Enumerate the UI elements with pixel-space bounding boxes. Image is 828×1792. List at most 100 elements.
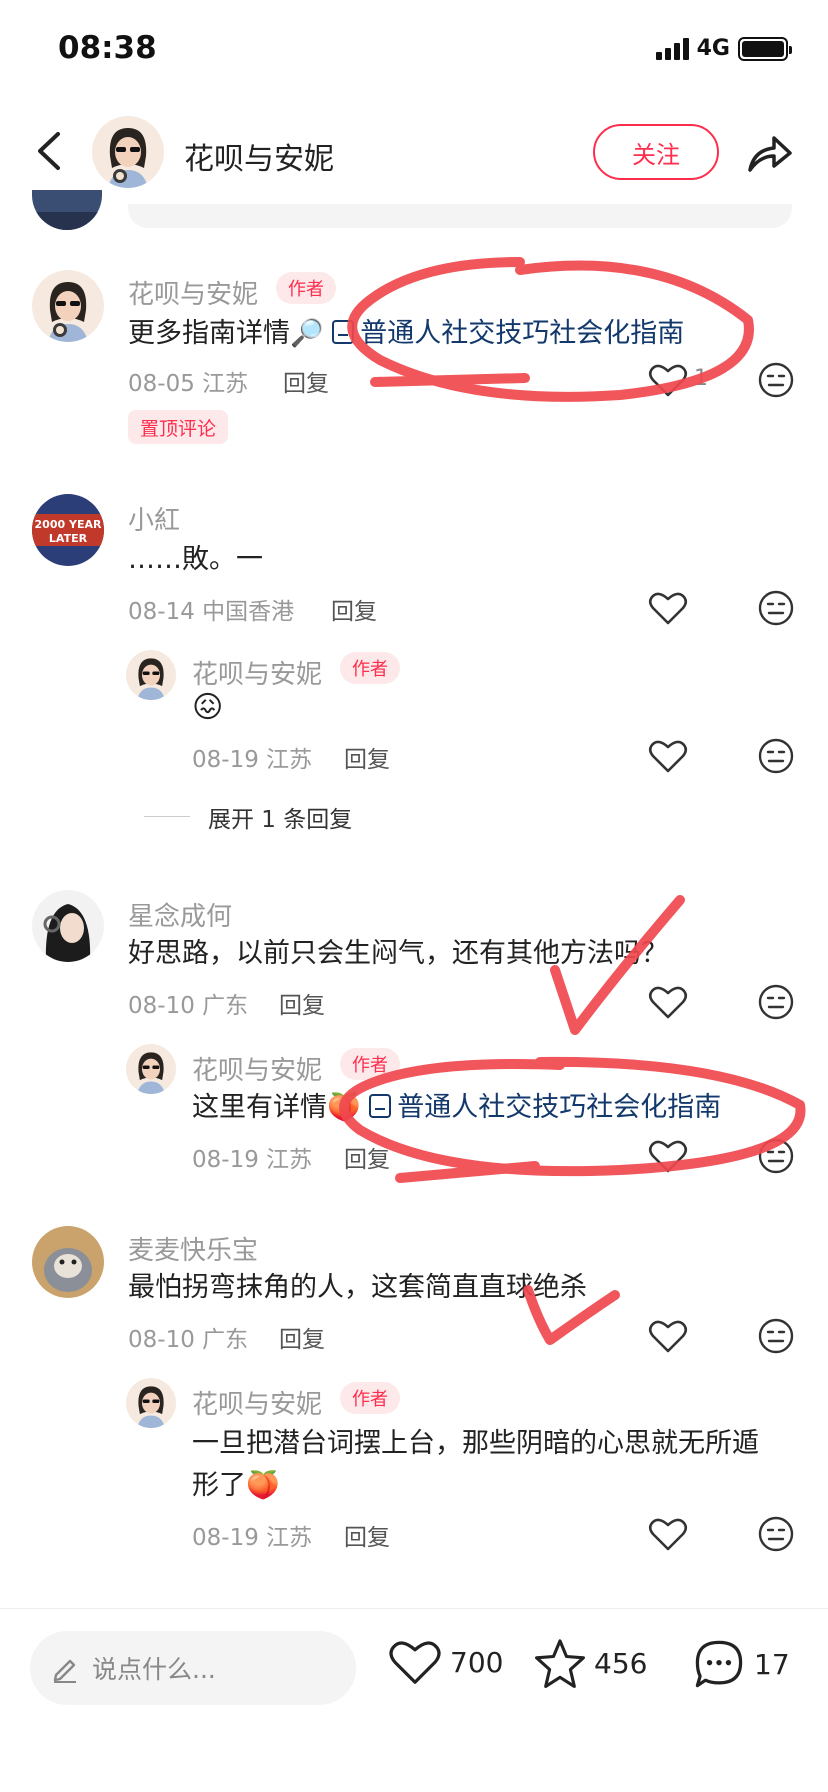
dislike-icon[interactable]: [758, 362, 794, 398]
sticker-emoji: 😖: [192, 690, 224, 725]
chat-bubble-icon: [695, 1640, 743, 1688]
like-icon[interactable]: [648, 1138, 688, 1174]
commenter-name[interactable]: 小紅: [128, 500, 180, 537]
note-link[interactable]: 普通人社交技巧社会化指南: [369, 1092, 721, 1123]
reply-text-line-2-text: 形了: [192, 1470, 246, 1501]
reply-commenter-name[interactable]: 花呗与安妮: [192, 654, 322, 691]
note-icon: [369, 1094, 392, 1118]
dislike-icon[interactable]: [758, 738, 794, 774]
dislike-icon[interactable]: [758, 1318, 794, 1354]
reply-text-prefix: 这里有详情: [192, 1092, 327, 1123]
follow-button[interactable]: 关注: [593, 124, 719, 180]
comment-item: 星念成何 好思路，以前只会生闷气，还有其他方法吗？ 08-10 广东 回复 花呗…: [0, 886, 828, 1186]
note-link-text: 普通人社交技巧社会化指南: [397, 1092, 722, 1123]
expand-replies-button[interactable]: 展开 1 条回复: [208, 800, 352, 834]
author-badge: 作者: [340, 652, 400, 684]
comment-item: 2000 YEAR LATER 小紅 ……敗。一 08-14 中国香港 回复 花…: [0, 490, 828, 833]
like-icon[interactable]: [648, 1318, 688, 1354]
status-bar: 08:38 4G: [0, 0, 828, 100]
like-icon[interactable]: [648, 362, 688, 398]
signal-icon: [655, 37, 689, 60]
dislike-icon[interactable]: [758, 984, 794, 1020]
reply-button[interactable]: 回复: [344, 1140, 390, 1174]
reply-avatar[interactable]: [126, 1378, 176, 1428]
network-label: 4G: [696, 36, 730, 61]
reply-button[interactable]: 回复: [344, 1518, 390, 1552]
sticker-emoji: 🍑: [246, 1470, 280, 1501]
author-badge: 作者: [340, 1048, 400, 1080]
comment-text-prefix: 更多指南详情🔎: [128, 318, 324, 349]
like-icon[interactable]: [648, 738, 688, 774]
comment-text: ……敗。一: [128, 544, 263, 575]
author-badge: 作者: [340, 1382, 400, 1414]
comment-text: 最怕拐弯抹角的人，这套简直直球绝杀: [128, 1272, 587, 1303]
comment-item: 花呗与安妮 作者 更多指南详情🔎 普通人社交技巧社会化指南 08-05 江苏 回…: [0, 260, 828, 450]
like-icon[interactable]: [648, 590, 688, 626]
comment-avatar[interactable]: [32, 270, 104, 342]
reply-button[interactable]: 回复: [331, 592, 377, 626]
comment-input[interactable]: 说点什么...: [30, 1631, 356, 1705]
sticker-emoji: 🍑: [327, 1092, 361, 1123]
like-icon[interactable]: [648, 984, 688, 1020]
previous-comment-card: [128, 204, 792, 228]
author-badge: 作者: [276, 272, 336, 304]
collect-button[interactable]: 456: [534, 1637, 647, 1689]
reply-meta: 08-19 江苏: [192, 1525, 313, 1551]
status-time: 08:38: [58, 30, 157, 66]
reply-text-line-2: 形了🍑: [192, 1466, 280, 1506]
like-button[interactable]: 700: [388, 1637, 503, 1687]
reply-button[interactable]: 回复: [344, 740, 390, 774]
svg-text:2000 YEAR: 2000 YEAR: [35, 518, 102, 531]
like-total: 700: [450, 1645, 504, 1679]
share-icon[interactable]: [744, 128, 794, 178]
reply-button[interactable]: 回复: [279, 1320, 325, 1354]
reply-commenter-name[interactable]: 花呗与安妮: [192, 1050, 322, 1087]
svg-text:LATER: LATER: [49, 532, 88, 545]
commenter-name[interactable]: 星念成何: [128, 896, 232, 933]
dislike-icon[interactable]: [758, 1138, 794, 1174]
bottom-bar: 说点什么... 700 456 17: [0, 1608, 828, 1792]
comment-text: 好思路，以前只会生闷气，还有其他方法吗？: [128, 938, 668, 969]
note-link[interactable]: 普通人社交技巧社会化指南: [332, 318, 684, 349]
comment-meta: 08-10 广东: [128, 993, 249, 1019]
pencil-icon: [53, 1659, 76, 1683]
comment-meta: 08-05 江苏: [128, 371, 249, 397]
comment-text: 更多指南详情🔎 普通人社交技巧社会化指南: [128, 314, 684, 354]
comment-total: 17: [754, 1647, 790, 1681]
comment-avatar[interactable]: [32, 1226, 104, 1298]
status-indicators: 4G: [655, 36, 792, 61]
header: 花呗与安妮 关注: [0, 100, 828, 204]
note-icon: [332, 320, 355, 344]
comment-avatar[interactable]: [32, 890, 104, 962]
reply-meta: 08-19 江苏: [192, 1147, 313, 1173]
author-avatar[interactable]: [92, 116, 164, 188]
pinned-badge: 置顶评论: [128, 410, 229, 444]
comment-meta: 08-14 中国香港: [128, 599, 295, 625]
previous-comment-avatar: [32, 190, 102, 230]
comment-avatar[interactable]: 2000 YEAR LATER: [32, 494, 104, 566]
reply-meta: 08-19 江苏: [192, 747, 313, 773]
heart-icon: [389, 1641, 441, 1684]
comment-button[interactable]: 17: [692, 1637, 790, 1691]
dislike-icon[interactable]: [758, 590, 794, 626]
like-icon[interactable]: [648, 1516, 688, 1552]
star-icon: [535, 1639, 585, 1688]
collect-total: 456: [594, 1646, 648, 1680]
reply-commenter-name[interactable]: 花呗与安妮: [192, 1384, 322, 1421]
battery-icon: [738, 36, 792, 61]
reply-avatar[interactable]: [126, 1044, 176, 1094]
note-link-text: 普通人社交技巧社会化指南: [360, 318, 685, 349]
expand-divider: [144, 816, 190, 817]
back-icon[interactable]: [30, 126, 70, 176]
like-count: 1: [694, 366, 708, 391]
reply-avatar[interactable]: [126, 650, 176, 700]
commenter-name[interactable]: 麦麦快乐宝: [128, 1230, 258, 1267]
reply-text: 这里有详情🍑 普通人社交技巧社会化指南: [192, 1088, 721, 1128]
comment-input-placeholder: 说点什么...: [92, 1655, 216, 1684]
commenter-name[interactable]: 花呗与安妮: [128, 274, 258, 311]
reply-button[interactable]: 回复: [279, 986, 325, 1020]
comment-item: 麦麦快乐宝 最怕拐弯抹角的人，这套简直直球绝杀 08-10 广东 回复 花呗与安…: [0, 1222, 828, 1562]
reply-button[interactable]: 回复: [283, 364, 329, 398]
dislike-icon[interactable]: [758, 1516, 794, 1552]
author-name[interactable]: 花呗与安妮: [184, 134, 334, 178]
